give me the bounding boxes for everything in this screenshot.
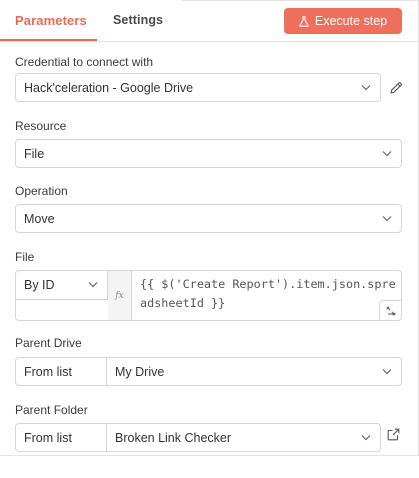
resource-select[interactable]: File <box>15 139 402 168</box>
operation-label: Operation <box>15 184 68 198</box>
chevron-down-icon <box>361 435 371 441</box>
parent-drive-select[interactable]: My Drive <box>107 357 402 386</box>
parent-drive-field: From list My Drive <box>15 357 402 386</box>
parent-drive-label: Parent Drive <box>15 336 82 350</box>
file-expression-input[interactable]: {{ $('Create Report').item.json.spreadsh… <box>140 275 398 313</box>
file-label: File <box>15 250 35 264</box>
execute-step-label: Execute step <box>314 14 388 28</box>
expand-expression-button[interactable] <box>379 300 401 320</box>
chevron-down-icon <box>382 216 392 222</box>
file-mode-value: By ID <box>24 278 55 292</box>
parent-folder-select[interactable]: Broken Link Checker <box>107 423 381 452</box>
tab-parameters[interactable]: Parameters <box>15 13 87 28</box>
pencil-icon[interactable] <box>389 81 403 95</box>
parent-drive-value: My Drive <box>115 364 165 379</box>
credential-select[interactable]: Hack'celeration - Google Drive <box>15 73 381 102</box>
chevron-down-icon <box>361 85 371 91</box>
parent-drive-mode-value: From list <box>24 364 72 379</box>
file-field: By ID fx {{ $('Create Report').item.json… <box>15 270 402 321</box>
credential-value: Hack'celeration - Google Drive <box>24 80 194 95</box>
resource-label: Resource <box>15 119 67 133</box>
parent-folder-value: Broken Link Checker <box>115 430 232 445</box>
chevron-down-icon <box>382 369 392 375</box>
resource-value: File <box>24 146 45 161</box>
expand-icon <box>386 306 395 315</box>
chevron-down-icon <box>382 151 392 157</box>
active-tab-indicator <box>0 39 97 41</box>
execute-step-button[interactable]: Execute step <box>284 8 402 34</box>
expression-badge: fx <box>108 271 132 320</box>
file-mode-select[interactable]: By ID <box>16 271 108 300</box>
external-link-icon[interactable] <box>387 428 400 441</box>
tab-settings[interactable]: Settings <box>113 13 163 27</box>
parent-folder-mode-select[interactable]: From list <box>15 423 107 452</box>
parent-folder-field: From list Broken Link Checker <box>15 423 381 452</box>
flask-icon <box>299 15 309 27</box>
parent-folder-mode-value: From list <box>24 430 72 445</box>
credential-label: Credential to connect with <box>15 55 154 69</box>
operation-select[interactable]: Move <box>15 204 402 233</box>
parent-drive-mode-select[interactable]: From list <box>15 357 107 386</box>
chevron-down-icon <box>88 282 98 288</box>
parent-folder-label: Parent Folder <box>15 403 88 417</box>
operation-value: Move <box>24 211 55 226</box>
